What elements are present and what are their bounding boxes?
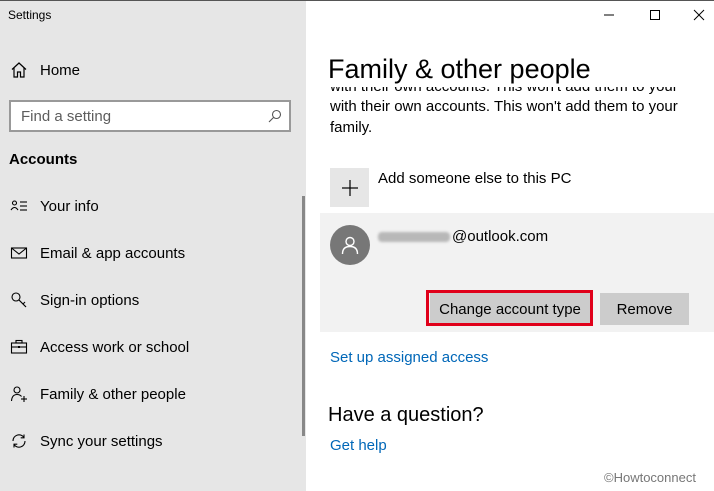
sidebar-item-label: Family & other people [40,385,186,403]
sidebar-item-label: Sign-in options [40,291,140,309]
search-icon[interactable] [267,108,283,124]
set-up-assigned-access-link[interactable]: Set up assigned access [330,349,488,366]
highlight-box [426,290,593,326]
remove-button[interactable]: Remove [600,293,689,325]
sync-icon [9,431,29,451]
sidebar-item-sync-settings[interactable]: Sync your settings [0,423,300,459]
close-icon [693,9,705,21]
sidebar-item-your-info[interactable]: Your info [0,188,300,224]
home-icon [9,60,29,80]
sidebar-item-email-accounts[interactable]: Email & app accounts [0,235,300,271]
account-email: @outlook.com [378,228,548,245]
mail-icon [9,243,29,263]
section-title-accounts: Accounts [9,151,78,168]
sidebar-item-label: Sync your settings [40,432,163,450]
get-help-link[interactable]: Get help [330,437,387,454]
sidebar-item-family-other-people[interactable]: Family & other people [0,376,300,412]
plus-icon [330,168,369,207]
minimize-button[interactable] [586,0,632,30]
sidebar-item-sign-in-options[interactable]: Sign-in options [0,282,300,318]
add-someone-button[interactable]: Add someone else to this PC [330,168,690,208]
scrolled-text-fragment: with their own accounts. This won't add … [330,87,690,95]
search-input[interactable] [21,106,261,126]
briefcase-icon [9,337,29,357]
sidebar-item-label: Email & app accounts [40,244,186,262]
page-title: Family & other people [328,54,591,84]
avatar-icon [330,225,370,265]
description-text: with their own accounts. This won't add … [330,98,678,136]
maximize-icon [650,10,660,20]
home-label: Home [40,61,81,79]
sidebar-item-label: Your info [40,197,99,215]
sidebar-scrollbar[interactable] [302,196,305,436]
redacted-email-part [378,232,450,243]
window-title: Settings [8,8,52,22]
watermark: ©Howtoconnect [604,470,696,485]
search-box[interactable] [9,100,291,132]
contact-card-icon [9,196,29,216]
sidebar: Settings Home Accounts Your info Email &… [0,0,306,491]
scrolled-text: with their own accounts. This won't add … [330,87,690,95]
home-nav-item[interactable]: Home [0,52,300,88]
key-icon [9,290,29,310]
account-email-domain: @outlook.com [452,228,549,245]
minimize-icon [604,14,614,16]
question-heading: Have a question? [328,404,484,426]
add-person-icon [9,384,29,404]
sidebar-item-label: Access work or school [40,338,190,356]
close-button[interactable] [676,0,714,30]
maximize-button[interactable] [632,0,678,30]
add-someone-label: Add someone else to this PC [378,170,572,187]
sidebar-item-work-school[interactable]: Access work or school [0,329,300,365]
